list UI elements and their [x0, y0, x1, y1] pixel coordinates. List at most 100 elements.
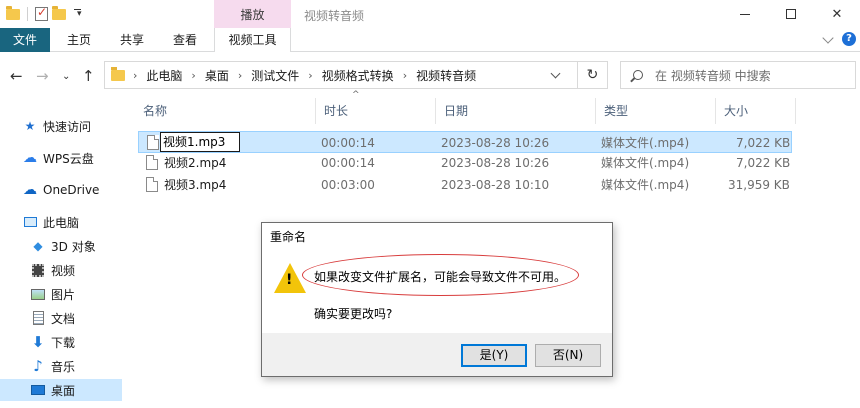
sidebar-item-label: OneDrive: [43, 183, 100, 197]
file-size: 7,022 KB: [736, 156, 791, 170]
column-header-date[interactable]: 日期: [436, 98, 596, 124]
file-date: 2023-08-28 10:26: [441, 136, 550, 150]
breadcrumb-chevron-icon[interactable]: ›: [191, 69, 195, 82]
sidebar-item-music[interactable]: ♪ 音乐: [0, 355, 122, 377]
yes-button[interactable]: 是(Y): [461, 344, 527, 367]
computer-icon: [22, 215, 38, 229]
column-header-size[interactable]: 大小: [716, 98, 796, 124]
breadcrumb-chevron-icon[interactable]: ›: [308, 69, 312, 82]
properties-icon[interactable]: [35, 5, 48, 21]
sidebar-item-label: 文档: [51, 311, 76, 326]
sidebar-item-label: 3D 对象: [51, 239, 96, 254]
3d-objects-icon: ◆: [33, 239, 43, 253]
maximize-button[interactable]: [768, 0, 814, 28]
refresh-button[interactable]: ↻: [578, 61, 608, 89]
sidebar-item-label: 下载: [51, 335, 76, 350]
address-bar[interactable]: › 此电脑 › 桌面 › 测试文件 › 视频格式转换 › 视频转音频: [104, 61, 578, 89]
help-icon[interactable]: ?: [842, 32, 856, 46]
folder-icon[interactable]: [6, 5, 20, 20]
close-icon: ✕: [831, 6, 843, 22]
sidebar-item-downloads[interactable]: ⬇ 下载: [0, 331, 122, 353]
breadcrumb-this-pc[interactable]: 此电脑: [146, 67, 182, 84]
expand-ribbon-chevron-icon[interactable]: [822, 31, 834, 44]
table-row[interactable]: 视频3.mp4 00:03:00 2023-08-28 10:10 媒体文件(.…: [138, 174, 792, 196]
new-folder-icon[interactable]: [52, 5, 66, 20]
sidebar-item-label: 音乐: [51, 359, 76, 374]
tab-share[interactable]: 共享: [110, 28, 154, 52]
minimize-button[interactable]: [722, 0, 768, 28]
sidebar-item-label: 桌面: [51, 383, 76, 398]
sidebar-item-wps-cloud[interactable]: ☁ WPS云盘: [0, 147, 122, 169]
sidebar-item-3d-objects[interactable]: ◆ 3D 对象: [0, 235, 122, 257]
file-duration: 00:00:14: [321, 136, 375, 150]
toolbar-separator: [27, 7, 28, 21]
column-header-duration[interactable]: 时长: [316, 98, 436, 124]
wps-cloud-icon: ☁: [23, 150, 37, 166]
sidebar-item-onedrive[interactable]: ☁ OneDrive: [0, 179, 122, 201]
search-placeholder: 在 视频转音频 中搜索: [655, 68, 771, 83]
tab-file[interactable]: 文件: [0, 28, 50, 52]
sidebar-item-label: WPS云盘: [43, 151, 94, 166]
navigation-bar: ← → ⌄ ↑ › 此电脑 › 桌面 › 测试文件 › 视频格式转换 › 视频转…: [0, 52, 860, 98]
table-row[interactable]: 视频1.mp3 00:00:14 2023-08-28 10:26 媒体文件(.…: [138, 131, 792, 153]
sidebar-item-label: 快速访问: [43, 119, 92, 134]
forward-arrow-icon[interactable]: →: [36, 67, 49, 85]
tab-view[interactable]: 查看: [163, 28, 207, 52]
folder-icon: [111, 66, 125, 81]
sidebar-item-videos[interactable]: 视频: [0, 259, 122, 281]
dialog-body: ! 如果改变文件扩展名，可能会导致文件不可用。 确实要更改吗?: [262, 251, 612, 333]
window-title: 视频转音频: [304, 9, 365, 23]
column-header-name[interactable]: 名称: [135, 98, 316, 124]
up-arrow-icon[interactable]: ↑: [82, 67, 95, 85]
sidebar-item-pictures[interactable]: 图片: [0, 283, 122, 305]
file-icon: [146, 177, 158, 192]
file-icon: [146, 155, 158, 170]
file-size: 31,959 KB: [728, 178, 790, 192]
breadcrumb-desktop[interactable]: 桌面: [205, 67, 229, 84]
sidebar-item-label: 视频: [51, 263, 76, 278]
breadcrumb-chevron-icon[interactable]: ›: [403, 69, 407, 82]
breadcrumb-test-files[interactable]: 测试文件: [251, 67, 299, 84]
breadcrumb-chevron-icon[interactable]: ›: [133, 69, 137, 82]
file-name: 视频2.mp4: [164, 156, 227, 170]
minimize-icon: [740, 13, 750, 15]
breadcrumb-chevron-icon[interactable]: ›: [238, 69, 242, 82]
sidebar-item-desktop[interactable]: 桌面: [0, 379, 122, 401]
breadcrumb-video-format-conversion[interactable]: 视频格式转换: [322, 67, 394, 84]
file-name: 视频3.mp4: [164, 178, 227, 192]
sidebar-item-label: 图片: [51, 287, 76, 302]
file-size: 7,022 KB: [736, 136, 791, 150]
star-icon: ★: [24, 119, 36, 133]
close-button[interactable]: ✕: [814, 0, 860, 28]
context-tab-group-label: 播放: [214, 0, 291, 28]
customize-toolbar-chevron-icon[interactable]: ▾: [70, 9, 82, 19]
ribbon-controls: ?: [822, 31, 856, 46]
download-icon: ⬇: [31, 333, 45, 351]
title-bar: ▾ 播放 视频转音频 ✕: [0, 0, 860, 28]
file-type: 媒体文件(.mp4): [601, 156, 690, 170]
recent-locations-chevron-icon[interactable]: ⌄: [62, 71, 70, 82]
tab-video-tools[interactable]: 视频工具: [214, 28, 291, 53]
sidebar-item-quick-access[interactable]: ★ 快速访问: [0, 115, 122, 137]
music-icon: ♪: [33, 357, 43, 375]
tab-home[interactable]: 主页: [57, 28, 101, 52]
no-button[interactable]: 否(N): [535, 344, 601, 367]
documents-icon: [30, 311, 46, 325]
quick-access-toolbar: ▾: [6, 4, 82, 24]
sidebar-item-documents[interactable]: 文档: [0, 307, 122, 329]
breadcrumb-video-to-audio[interactable]: 视频转音频: [416, 67, 476, 84]
column-header-type[interactable]: 类型: [596, 98, 716, 124]
rename-warning-dialog: 重命名 ! 如果改变文件扩展名，可能会导致文件不可用。 确实要更改吗? 是(Y)…: [261, 222, 613, 377]
onedrive-icon: ☁: [23, 182, 37, 198]
desktop-icon: [30, 383, 46, 397]
sidebar-item-this-pc[interactable]: 此电脑: [0, 211, 122, 233]
maximize-icon: [786, 9, 796, 19]
search-input[interactable]: 在 视频转音频 中搜索: [620, 61, 856, 89]
file-icon: [147, 135, 159, 150]
table-row[interactable]: 视频2.mp4 00:00:14 2023-08-28 10:26 媒体文件(.…: [138, 152, 792, 174]
back-arrow-icon[interactable]: ←: [10, 67, 23, 85]
file-date: 2023-08-28 10:26: [441, 156, 550, 170]
navigation-pane: ★ 快速访问 ☁ WPS云盘 ☁ OneDrive 此电脑 ◆ 3D 对象 视频…: [0, 98, 124, 408]
window-controls: ✕: [722, 0, 860, 28]
rename-input[interactable]: 视频1.mp3: [160, 132, 240, 152]
